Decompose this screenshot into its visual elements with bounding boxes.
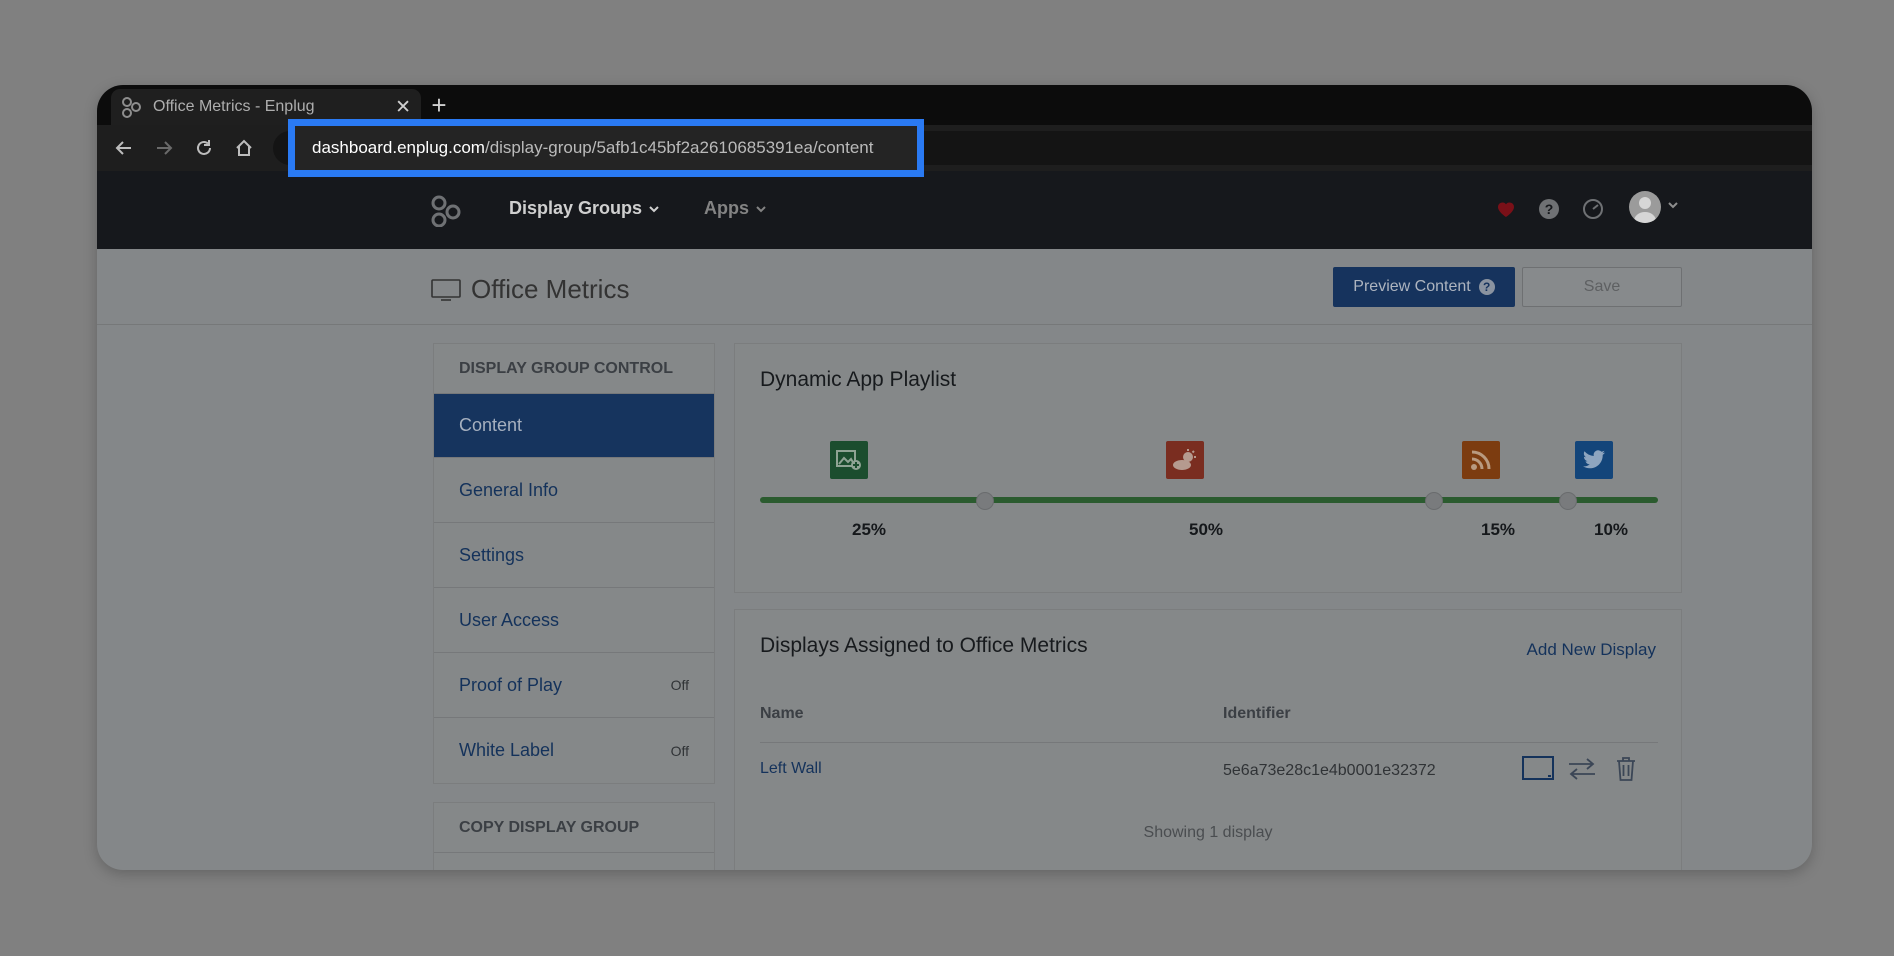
status-badge: Off — [670, 742, 689, 759]
sidebar-item-proof-of-play[interactable]: Proof of Play Off — [434, 653, 714, 718]
reload-icon[interactable] — [190, 134, 218, 162]
nav-apps[interactable]: Apps — [704, 198, 767, 219]
rss-icon[interactable] — [1462, 441, 1500, 479]
new-tab-icon[interactable]: + — [421, 89, 457, 121]
sidebar-item-label: General Info — [459, 479, 559, 500]
app-percent: 15% — [1481, 520, 1516, 539]
chevron-down-icon[interactable] — [1667, 199, 1679, 211]
add-new-display-link[interactable]: Add New Display — [1527, 640, 1656, 660]
enplug-logo-icon[interactable] — [431, 195, 463, 227]
sidebar-item-label: Content — [459, 415, 523, 435]
playlist-slider-track[interactable] — [760, 497, 1658, 503]
column-header-name: Name — [760, 705, 804, 722]
sidebar-item-label: User Access — [459, 609, 560, 630]
gallery-icon[interactable] — [830, 441, 868, 479]
app-percent: 25% — [852, 520, 887, 539]
sidebar-item-label: White Label — [459, 740, 555, 760]
sidebar-item-label: Proof of Play — [459, 674, 563, 695]
sidebar: DISPLAY GROUP CONTROL Content General In… — [433, 343, 715, 870]
nav-display-groups-label: Display Groups — [509, 198, 643, 218]
dashboard-gauge-icon[interactable] — [1582, 198, 1604, 220]
preview-content-label: Preview Content — [1353, 278, 1471, 295]
heart-icon[interactable] — [1495, 198, 1517, 220]
enplug-favicon-icon — [122, 97, 141, 118]
slider-handle[interactable] — [1424, 492, 1443, 510]
sidebar-heading: COPY DISPLAY GROUP — [434, 803, 714, 853]
chevron-down-icon — [756, 205, 766, 212]
app-percent: 10% — [1594, 520, 1629, 539]
twitter-icon[interactable] — [1575, 441, 1613, 479]
sidebar-item-label: Settings — [459, 544, 525, 565]
help-icon[interactable]: ? — [1538, 198, 1560, 220]
help-badge-icon: ? — [1478, 279, 1495, 295]
avatar[interactable] — [1629, 191, 1661, 223]
slider-handle[interactable] — [975, 492, 994, 510]
preview-content-button[interactable]: Preview Content ? — [1333, 267, 1515, 307]
sidebar-item-content[interactable]: Content — [434, 394, 714, 458]
copy-display-group-card: COPY DISPLAY GROUP — [433, 802, 715, 870]
back-icon[interactable] — [110, 134, 138, 162]
playlist-title: Dynamic App Playlist — [760, 368, 957, 391]
displays-title: Displays Assigned to Office Metrics — [760, 634, 1088, 657]
displays-assigned-card: Displays Assigned to Office Metrics Add … — [734, 609, 1682, 870]
sidebar-heading: DISPLAY GROUP CONTROL — [434, 344, 714, 394]
app-percent: 50% — [1189, 520, 1224, 539]
user-avatar-icon — [1634, 197, 1656, 223]
tab-title: Office Metrics - Enplug — [153, 98, 315, 115]
displays-count-text: Showing 1 display — [1143, 824, 1273, 841]
browser-window: Office Metrics - Enplug ✕ + dashboard.en… — [97, 85, 1812, 870]
sidebar-item-white-label[interactable]: White Label Off — [434, 718, 714, 783]
svg-text:?: ? — [1545, 201, 1554, 217]
display-group-control-card: DISPLAY GROUP CONTROL Content General In… — [433, 343, 715, 784]
column-header-identifier: Identifier — [1223, 705, 1291, 722]
monitor-icon — [431, 278, 461, 301]
close-tab-icon[interactable]: ✕ — [395, 96, 411, 119]
page-title-wrap: Office Metrics — [431, 274, 629, 305]
slider-handle[interactable] — [1559, 492, 1578, 510]
chevron-down-icon — [649, 205, 659, 212]
nav-display-groups[interactable]: Display Groups — [509, 198, 660, 219]
forward-icon[interactable] — [150, 134, 178, 162]
display-name-link[interactable]: Left Wall — [760, 760, 822, 778]
trash-icon[interactable] — [1615, 756, 1637, 782]
url-path: /display-group/5afb1c45bf2a2610685391ea/… — [484, 138, 874, 157]
app-header: Display Groups Apps ? — [97, 171, 1812, 249]
url-highlight[interactable]: dashboard.enplug.com/display-group/5afb1… — [288, 119, 924, 177]
sidebar-item-settings[interactable]: Settings — [434, 523, 714, 588]
page-title: Office Metrics — [471, 274, 630, 304]
display-preview-icon[interactable] — [1522, 756, 1554, 782]
weather-icon[interactable] — [1166, 441, 1204, 479]
page-subheader: Office Metrics Preview Content ? Save — [97, 249, 1812, 325]
sidebar-item-user-access[interactable]: User Access — [434, 588, 714, 653]
sidebar-item-general-info[interactable]: General Info — [434, 458, 714, 523]
home-icon[interactable] — [230, 134, 258, 162]
save-button[interactable]: Save — [1522, 267, 1682, 307]
status-badge: Off — [670, 677, 689, 693]
url-host: dashboard.enplug.com — [312, 138, 485, 157]
table-divider — [760, 742, 1658, 743]
swap-arrows-icon[interactable] — [1567, 756, 1597, 782]
display-identifier: 5e6a73e28c1e4b0001e32372 — [1223, 762, 1436, 779]
nav-apps-label: Apps — [704, 198, 749, 218]
dynamic-app-playlist-card: Dynamic App Playlist 25% 50% 15% 10% — [734, 343, 1682, 593]
